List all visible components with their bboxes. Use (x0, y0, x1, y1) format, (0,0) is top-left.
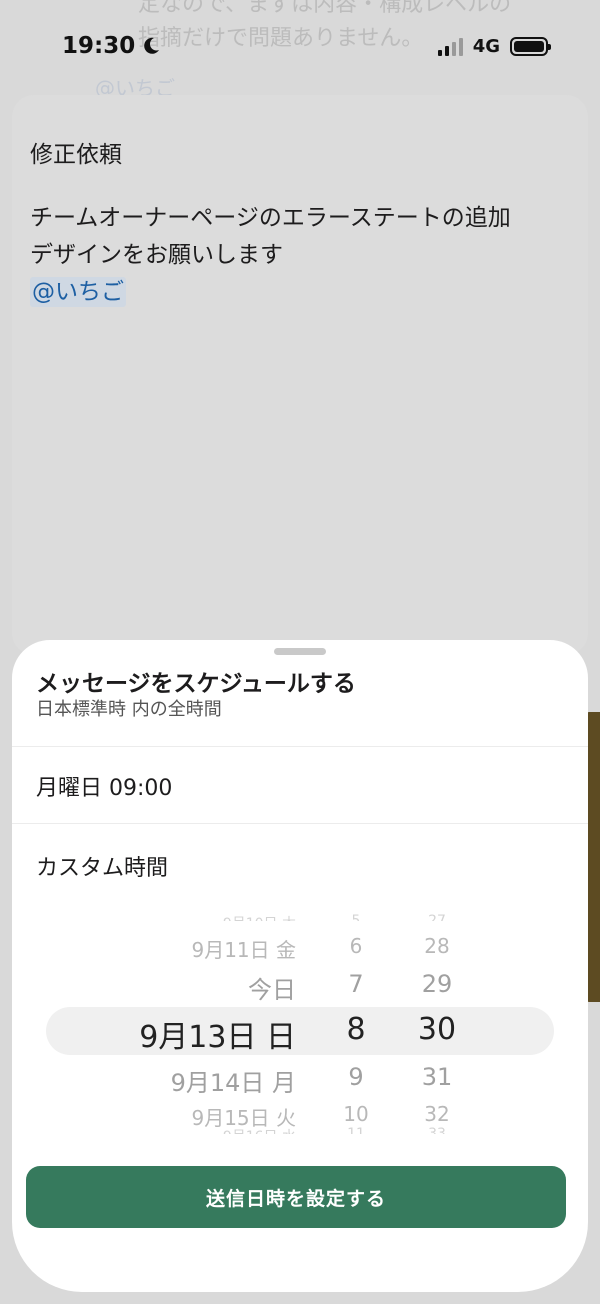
picker-date[interactable]: 9月13日 日 (139, 1012, 296, 1056)
picker-minute[interactable]: 30 (418, 1012, 456, 1047)
picker-date[interactable]: 9月16日 水 (223, 1126, 296, 1134)
message-body: チームオーナーページのエラーステートの追加 デザインをお願いします @いちご (30, 200, 511, 311)
picker-hour[interactable]: 7 (348, 970, 363, 998)
picker-date[interactable]: 9月14日 月 (171, 1063, 296, 1098)
message-body-line-2: デザインをお願いします (30, 242, 283, 268)
network-type: 4G (472, 36, 500, 57)
status-time: 19:30 (62, 33, 161, 59)
sheet-subtitle: 日本標準時 内の全時間 (36, 699, 222, 720)
picker-minute[interactable]: 28 (424, 934, 449, 958)
status-time-text: 19:30 (62, 33, 136, 59)
picker-minute[interactable]: 27 (428, 913, 446, 921)
divider (12, 823, 588, 824)
mention-tag[interactable]: @いちご (30, 277, 126, 307)
set-schedule-button[interactable]: 送信日時を設定する (26, 1166, 566, 1228)
picker-hour[interactable]: 6 (350, 934, 363, 958)
picker-minute[interactable]: 32 (424, 1102, 449, 1126)
picker-minute[interactable]: 29 (422, 970, 453, 998)
message-body-line-1: チームオーナーページのエラーステートの追加 (30, 205, 511, 231)
message-title: 修正依頼 (30, 142, 122, 168)
status-indicators: 4G (437, 36, 551, 57)
sheet-drag-handle[interactable] (274, 648, 326, 655)
picker-date[interactable]: 9月11日 金 (191, 934, 296, 963)
option-custom-time[interactable]: カスタム時間 (36, 850, 168, 882)
picker-hour[interactable]: 9 (348, 1063, 363, 1091)
signal-icon (437, 37, 463, 56)
picker-hour[interactable]: 8 (346, 1012, 365, 1047)
picker-row[interactable]: 9月10日 木 5 27 (12, 913, 588, 921)
picker-date[interactable]: 今日 (248, 970, 296, 1005)
picker-hour[interactable]: 5 (352, 913, 361, 921)
picker-hour[interactable]: 11 (347, 1126, 365, 1134)
datetime-picker[interactable]: 9月10日 木 5 27 9月11日 金 6 28 今日 7 29 9月13日 日 8 30 9月14日… (12, 912, 588, 1144)
picker-minute[interactable]: 31 (422, 1063, 453, 1091)
picker-date[interactable]: 9月10日 木 (223, 913, 296, 921)
picker-selection-highlight (46, 1007, 554, 1055)
schedule-sheet: メッセージをスケジュールする 日本標準時 内の全時間 月曜日 09:00 カスタ… (12, 640, 588, 1292)
picker-row[interactable]: 9月16日 水 11 33 (12, 1126, 588, 1134)
sheet-title: メッセージをスケジュールする (36, 671, 356, 697)
message-card: 修正依頼 チームオーナーページのエラーステートの追加 デザインをお願いします @… (12, 95, 588, 655)
background-line-2: 指摘だけで問題ありません。 (138, 26, 424, 51)
background-line-1: 定なので、まずは内容・構成レベルの (138, 0, 512, 17)
option-monday-0900[interactable]: 月曜日 09:00 (36, 770, 172, 802)
background-image-edge (586, 712, 600, 1002)
picker-hour[interactable]: 10 (343, 1102, 368, 1126)
picker-minute[interactable]: 33 (428, 1126, 446, 1134)
divider (12, 746, 588, 747)
battery-icon (510, 37, 551, 56)
moon-icon (144, 37, 160, 54)
